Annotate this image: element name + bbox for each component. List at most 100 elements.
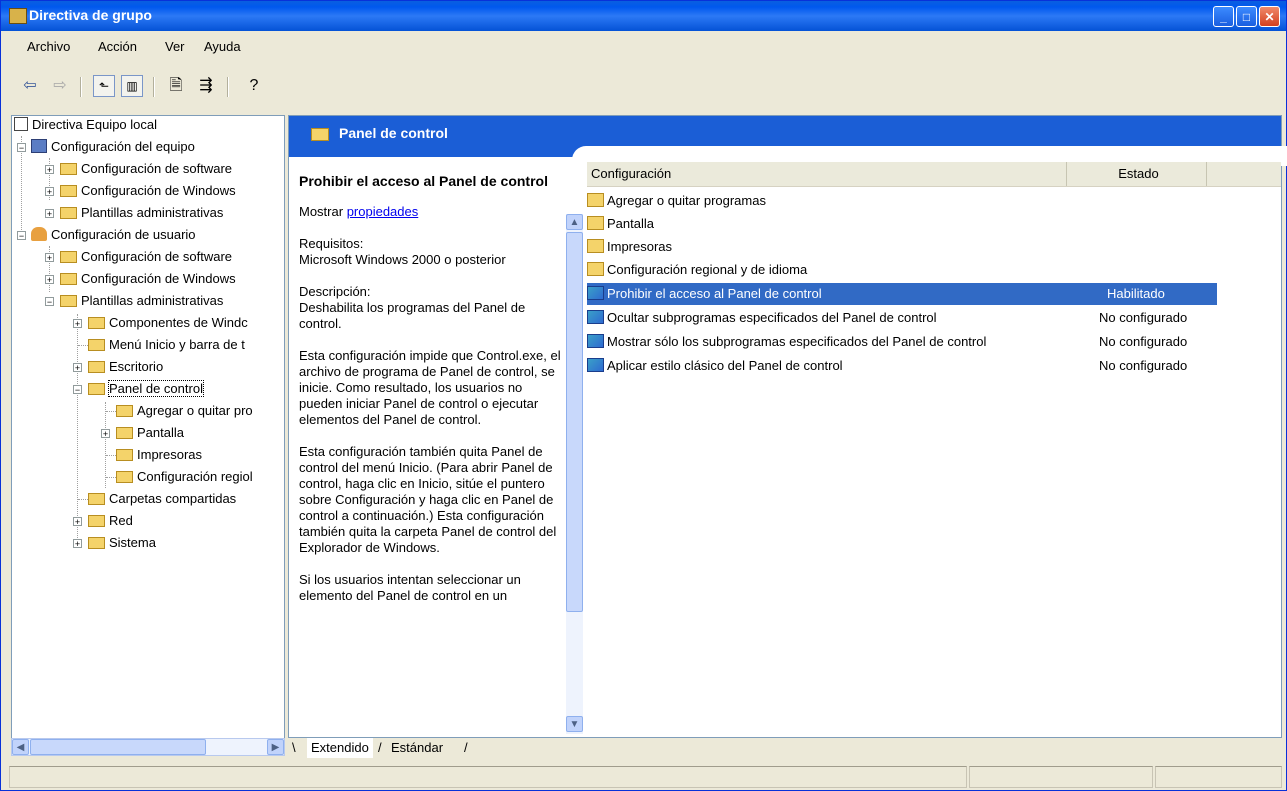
folder-icon [116, 405, 133, 417]
properties-icon[interactable]: 🗎 [165, 75, 187, 97]
tree-item-user-software-config[interactable]: Configuración de software [60, 248, 232, 266]
tab-divider: / [464, 740, 468, 755]
expand-icon[interactable]: + [45, 165, 54, 175]
folder-icon [60, 273, 77, 285]
tree-item-display[interactable]: Pantalla [116, 424, 184, 442]
column-estado[interactable]: Estado [1067, 162, 1207, 186]
expand-icon[interactable]: + [45, 253, 54, 263]
description-paragraph: Esta configuración también quita Panel d… [299, 444, 557, 555]
tree-root[interactable]: Directiva Equipo local [14, 116, 157, 134]
collapse-icon[interactable]: − [45, 297, 54, 307]
folder-icon [88, 537, 105, 549]
description-label: Descripción: [299, 284, 371, 299]
show-hide-tree-icon[interactable]: ▥ [121, 75, 143, 97]
collapse-icon[interactable]: − [73, 385, 82, 395]
up-folder-icon[interactable]: ⬑ [93, 75, 115, 97]
expand-icon[interactable]: + [45, 187, 54, 197]
menu-ver[interactable]: Ver [165, 39, 185, 54]
tree-item-user-windows-config[interactable]: Configuración de Windows [60, 270, 236, 288]
forward-arrow-icon[interactable]: ⇨ [49, 75, 71, 97]
tree-item-software-config[interactable]: Configuración de software [60, 160, 232, 178]
expand-icon[interactable]: + [45, 209, 54, 219]
export-list-icon[interactable]: ⇶ [195, 75, 217, 97]
list-item[interactable]: Ocultar subprogramas especificados del P… [587, 307, 1217, 329]
policy-setting-icon [587, 334, 604, 348]
folder-icon [88, 361, 105, 373]
folder-icon [60, 163, 77, 175]
expand-icon[interactable]: + [73, 319, 82, 329]
scroll-up-icon[interactable]: ▲ [566, 214, 583, 230]
expand-icon[interactable]: + [73, 517, 82, 527]
tree-item-admin-templates[interactable]: Plantillas administrativas [60, 204, 223, 222]
folder-icon [116, 471, 133, 483]
list-item[interactable]: Pantalla [587, 213, 1217, 235]
main-window: Directiva de grupo _ □ ✕ Archivo Acción … [0, 0, 1287, 791]
properties-link[interactable]: propiedades [347, 204, 419, 219]
tree-item-network[interactable]: Red [88, 512, 133, 530]
description-vertical-scrollbar[interactable]: ▲ ▼ [566, 214, 583, 734]
list-item[interactable]: Agregar o quitar programas [587, 190, 1217, 212]
close-icon[interactable]: ✕ [1259, 6, 1280, 27]
list-item[interactable]: Mostrar sólo los subprogramas especifica… [587, 331, 1217, 353]
help-icon[interactable]: ? [243, 75, 265, 97]
tab-estandar[interactable]: Estándar [391, 738, 443, 758]
tree-item-start-menu[interactable]: Menú Inicio y barra de t [88, 336, 245, 354]
details-pane: Panel de control Prohibir el acceso al P… [288, 115, 1287, 738]
tree-item-user-admin-templates[interactable]: Plantillas administrativas [60, 292, 223, 310]
tab-divider: \ [292, 740, 296, 755]
scroll-left-icon[interactable]: ◀ [12, 739, 29, 755]
tree-item-computer-config[interactable]: Configuración del equipo [31, 138, 195, 156]
menu-accion[interactable]: Acción [98, 39, 137, 54]
tree-item-windows-components[interactable]: Componentes de Windc [88, 314, 248, 332]
folder-icon [60, 251, 77, 263]
scroll-down-icon[interactable]: ▼ [566, 716, 583, 732]
tree-item-user-config[interactable]: Configuración de usuario [31, 226, 196, 244]
tree-horizontal-scrollbar[interactable]: ◀ ▶ [11, 738, 285, 756]
expand-icon[interactable]: + [73, 539, 82, 549]
list-item[interactable]: Configuración regional y de idioma [587, 259, 1217, 281]
window-title: Directiva de grupo [29, 7, 152, 23]
collapse-icon[interactable]: − [17, 143, 26, 153]
maximize-icon[interactable]: □ [1236, 6, 1257, 27]
collapse-icon[interactable]: − [17, 231, 26, 241]
tree-item-add-remove[interactable]: Agregar o quitar pro [116, 402, 253, 420]
title-bar[interactable]: Directiva de grupo _ □ ✕ [1, 1, 1286, 31]
show-label: Mostrar [299, 204, 344, 219]
tree-item-shared-folders[interactable]: Carpetas compartidas [88, 490, 236, 508]
tab-divider: / [378, 740, 382, 755]
scroll-thumb[interactable] [30, 739, 206, 755]
menu-archivo[interactable]: Archivo [27, 39, 70, 54]
expand-icon[interactable]: + [45, 275, 54, 285]
tree-item-printers[interactable]: Impresoras [116, 446, 202, 464]
description-panel: Prohibir el acceso al Panel de control M… [299, 168, 561, 604]
tab-extendido[interactable]: Extendido [307, 738, 373, 758]
minimize-icon[interactable]: _ [1213, 6, 1234, 27]
list-item[interactable]: Impresoras [587, 236, 1217, 258]
expand-icon[interactable]: + [73, 363, 82, 373]
scroll-right-icon[interactable]: ▶ [267, 739, 284, 755]
scroll-thumb[interactable] [566, 232, 583, 612]
folder-open-icon [60, 295, 77, 307]
folder-icon [587, 239, 604, 253]
list-item[interactable]: Aplicar estilo clásico del Panel de cont… [587, 355, 1217, 377]
folder-icon [88, 493, 105, 505]
folder-icon [587, 193, 604, 207]
status-cell [9, 766, 967, 788]
tree-pane[interactable]: Directiva Equipo local − Configuración d… [11, 115, 285, 740]
policy-setting-icon [587, 310, 604, 324]
tree-item-control-panel[interactable]: Panel de control [88, 380, 204, 398]
tree-item-system[interactable]: Sistema [88, 534, 156, 552]
expand-icon[interactable]: + [101, 429, 110, 439]
status-cell [969, 766, 1153, 788]
tree-item-desktop[interactable]: Escritorio [88, 358, 163, 376]
pane-header-title: Panel de control [339, 125, 448, 141]
back-arrow-icon[interactable]: ⇦ [19, 75, 41, 97]
column-configuracion[interactable]: Configuración [587, 162, 1067, 186]
folder-icon [116, 449, 133, 461]
tree-item-windows-config[interactable]: Configuración de Windows [60, 182, 236, 200]
menu-ayuda[interactable]: Ayuda [204, 39, 241, 54]
description-paragraph: Si los usuarios intentan seleccionar un … [299, 572, 521, 603]
tree-item-regional[interactable]: Configuración regiol [116, 468, 253, 486]
folder-icon [88, 317, 105, 329]
list-item-selected[interactable]: Prohibir el acceso al Panel de control Ha… [587, 283, 1217, 305]
